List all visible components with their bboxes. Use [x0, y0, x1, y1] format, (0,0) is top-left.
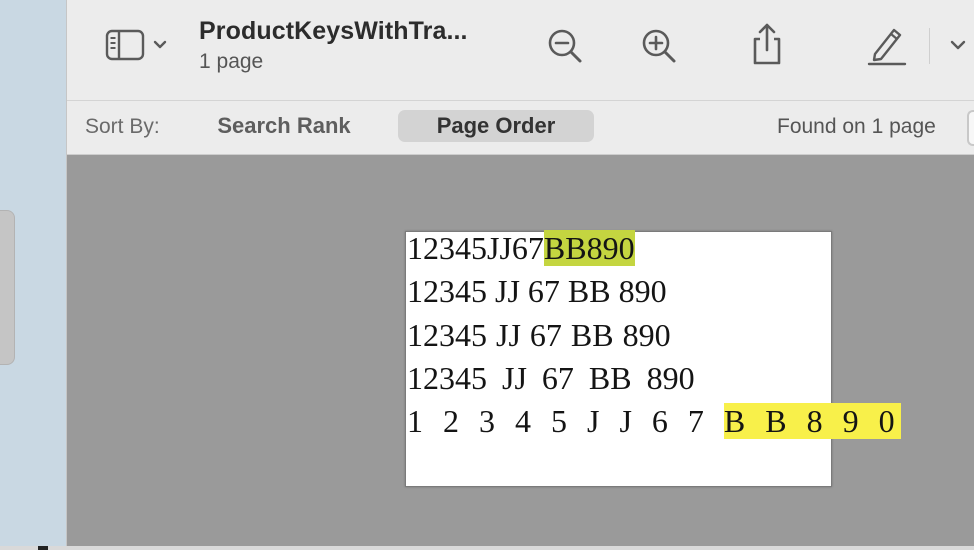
sidebar-icon	[105, 29, 167, 61]
current-search-match[interactable]: BB890	[543, 230, 635, 266]
chevron-down-icon	[950, 40, 966, 50]
line-text: 1 2 3 4 5 J J 6 7	[407, 403, 724, 439]
result-nav-button[interactable]	[967, 110, 974, 146]
markup-options-button[interactable]	[943, 30, 973, 60]
zoom-in-button[interactable]	[635, 24, 683, 68]
zoom-in-icon	[642, 29, 676, 63]
document-viewer[interactable]: 12345JJ67BB890 12345 JJ 67 BB 890 12345 …	[67, 155, 974, 546]
sort-page-order-button[interactable]: Page Order	[398, 110, 594, 142]
background-window-edge[interactable]	[0, 210, 15, 365]
line-text: 12345JJ67	[407, 230, 544, 266]
chevron-down-icon	[153, 40, 167, 49]
found-count: Found on 1 page	[777, 115, 936, 138]
share-button[interactable]	[743, 20, 791, 68]
page-count: 1 page	[199, 50, 264, 73]
sort-by-label: Sort By:	[85, 115, 160, 138]
document-line: 12345 JJ 67 BB 890	[407, 273, 667, 309]
document-line: 12345JJ67BB890	[407, 229, 635, 267]
markup-button[interactable]	[863, 20, 911, 68]
search-match[interactable]: B B 8 9 0	[723, 403, 901, 439]
share-icon	[753, 23, 781, 65]
document-title: ProductKeysWithTra...	[199, 17, 468, 45]
toolbar: ProductKeysWithTra... 1 page	[67, 0, 974, 101]
document-line: 1 2 3 4 5 J J 6 7 B B 8 9 0	[407, 402, 901, 440]
pdf-page: 12345JJ67BB890 12345 JJ 67 BB 890 12345 …	[405, 229, 901, 487]
zoom-out-button[interactable]	[541, 24, 589, 68]
dock-item	[38, 546, 48, 550]
sort-search-rank-button[interactable]: Search Rank	[193, 110, 375, 142]
preview-window: ProductKeysWithTra... 1 page Sort By: Se…	[66, 0, 974, 550]
document-line: 12345 JJ 67 BB 890	[407, 317, 671, 353]
zoom-out-icon	[548, 29, 582, 63]
sidebar-toggle-button[interactable]	[105, 26, 175, 64]
pencil-icon	[867, 28, 907, 66]
dock-edge	[0, 546, 974, 550]
search-results-bar: Sort By: Search Rank Page Order Found on…	[67, 101, 974, 155]
document-line: 12345 JJ 67 BB 890	[407, 360, 695, 396]
toolbar-divider	[929, 28, 930, 64]
desktop-background	[0, 0, 66, 550]
